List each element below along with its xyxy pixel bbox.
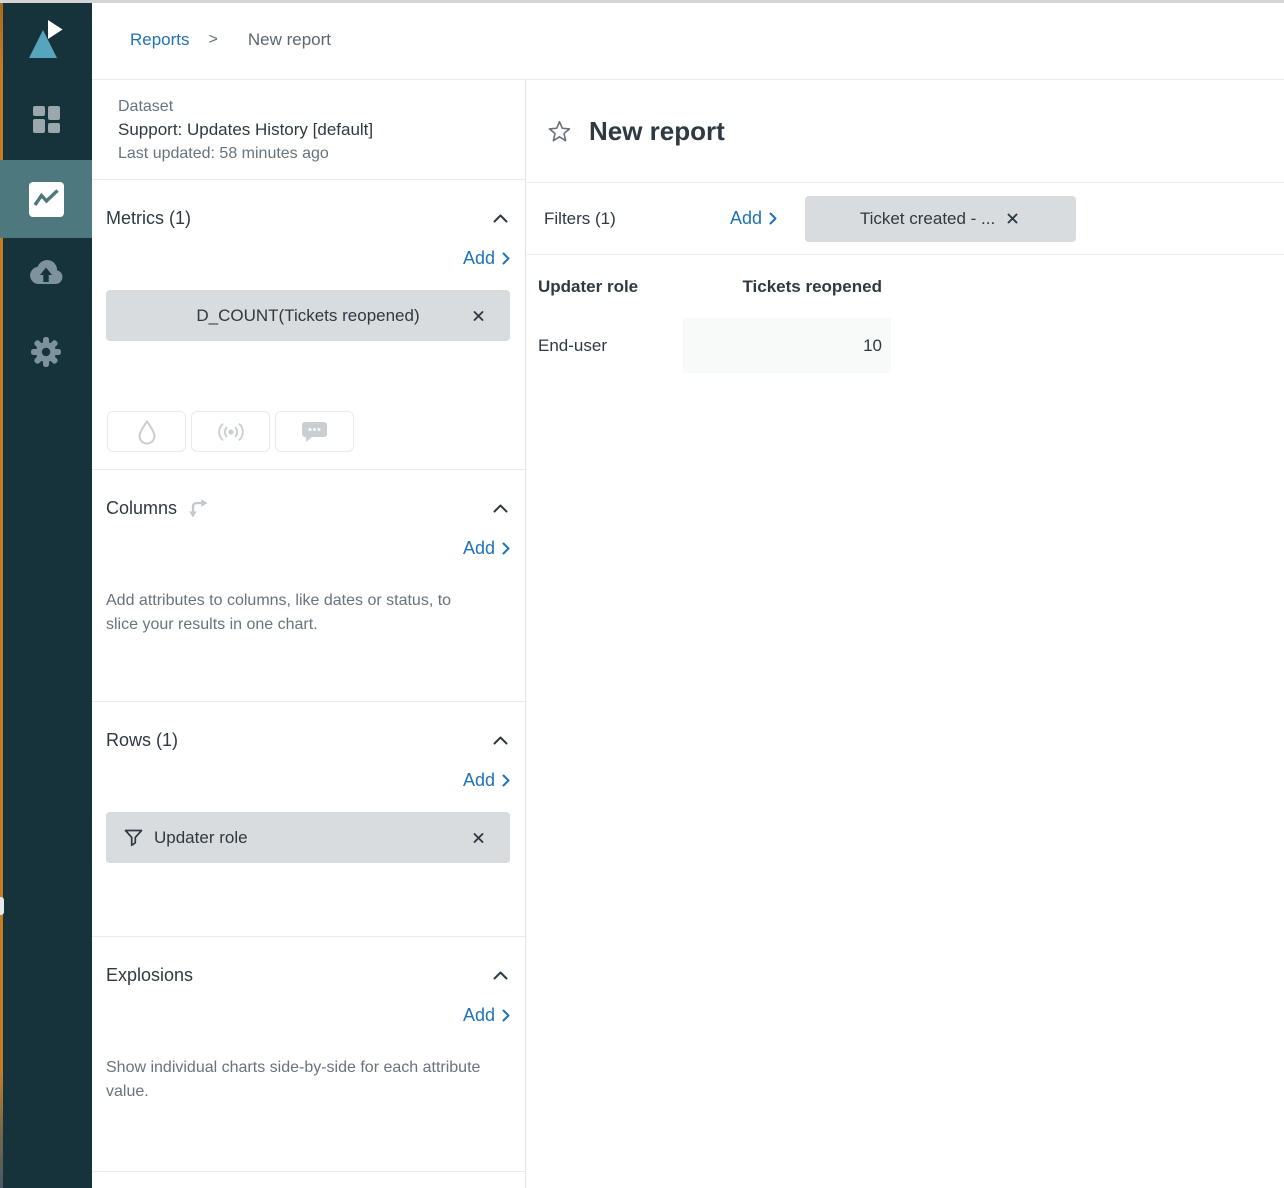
favorite-star-icon[interactable] <box>547 119 572 144</box>
columns-title: Columns <box>106 498 177 519</box>
columns-help-text: Add attributes to columns, like dates or… <box>106 589 458 637</box>
filters-add-button[interactable]: Add <box>730 208 777 229</box>
explosions-add-button[interactable]: Add <box>463 1005 510 1026</box>
chat-bubble-icon-button[interactable] <box>275 411 354 452</box>
chevron-right-icon <box>502 1009 510 1022</box>
table-cell-row-label: End-user <box>538 318 683 373</box>
window-top-edge <box>0 0 1284 3</box>
chevron-right-icon <box>769 212 777 225</box>
explosions-section: Explosions Add Show individual charts si… <box>92 937 525 1172</box>
metric-pill[interactable]: D_COUNT(Tickets reopened) <box>106 290 510 341</box>
sidebar-item-reports-active[interactable] <box>0 160 92 238</box>
columns-add-button[interactable]: Add <box>463 538 510 559</box>
table-row: End-user 10 <box>527 318 1284 373</box>
metric-remove-close-icon[interactable] <box>469 306 488 325</box>
metrics-section: Metrics (1) Add D_COUNT(Tickets reopened… <box>92 180 525 470</box>
breadcrumb: Reports > New report <box>92 0 1284 80</box>
explore-logo[interactable] <box>22 16 68 62</box>
droplet-icon-button[interactable] <box>107 411 186 452</box>
settings-gear-icon[interactable] <box>30 336 62 373</box>
filters-label: Filters (1) <box>544 209 730 229</box>
filters-bar: Filters (1) Add Ticket created - ... <box>527 182 1284 255</box>
table-cell-value: 10 <box>683 318 891 373</box>
rows-section: Rows (1) Add Updater role <box>92 702 525 937</box>
chevron-right-icon <box>502 252 510 265</box>
table-header-tickets-reopened: Tickets reopened <box>683 277 891 297</box>
breadcrumb-current: New report <box>248 30 331 50</box>
row-attribute-pill[interactable]: Updater role <box>106 812 510 863</box>
explosions-help-text: Show individual charts side-by-side for … <box>106 1056 498 1104</box>
chevron-right-icon <box>502 774 510 787</box>
filter-pill-label: Ticket created - ... <box>860 209 995 229</box>
dashboards-icon[interactable] <box>33 106 60 138</box>
explore-report-builder: Reports > New report Dataset Support: Up… <box>0 0 1284 1188</box>
table-header-row: Updater role Tickets reopened <box>527 271 1284 303</box>
broadcast-icon-button[interactable] <box>191 411 270 452</box>
breadcrumb-reports-link[interactable]: Reports <box>130 30 190 50</box>
pivot-arrows-icon[interactable] <box>187 498 210 519</box>
dataset-upload-icon[interactable] <box>27 258 65 293</box>
columns-section: Columns Add <box>92 470 525 702</box>
rows-add-button[interactable]: Add <box>463 770 510 791</box>
rows-title: Rows (1) <box>106 730 178 751</box>
metrics-collapse-chevron-up-icon[interactable] <box>491 212 510 225</box>
report-config-panel: Dataset Support: Updates History [defaul… <box>92 80 526 1188</box>
metric-pill-label: D_COUNT(Tickets reopened) <box>196 306 419 326</box>
report-canvas: New report Filters (1) Add Ticket create… <box>527 80 1284 1188</box>
page-title: New report <box>589 116 725 147</box>
metrics-add-button[interactable]: Add <box>463 248 510 269</box>
reports-chart-icon <box>28 181 65 218</box>
rows-collapse-chevron-up-icon[interactable] <box>491 734 510 747</box>
screen-left-notch <box>0 897 4 915</box>
explosions-title: Explosions <box>106 965 193 986</box>
filter-pill[interactable]: Ticket created - ... <box>805 196 1076 242</box>
breadcrumb-separator: > <box>209 31 218 49</box>
dataset-info: Dataset Support: Updates History [defaul… <box>92 80 525 180</box>
metric-tools <box>106 411 510 452</box>
row-remove-close-icon[interactable] <box>469 828 488 847</box>
dataset-name: Support: Updates History [default] <box>118 118 505 142</box>
metrics-title: Metrics (1) <box>106 208 191 229</box>
chevron-right-icon <box>502 542 510 555</box>
dataset-label: Dataset <box>118 96 505 118</box>
sidebar <box>0 0 92 1188</box>
columns-collapse-chevron-up-icon[interactable] <box>491 502 510 515</box>
result-table: Updater role Tickets reopened End-user 1… <box>527 271 1284 373</box>
filter-funnel-icon <box>124 829 143 847</box>
explosions-collapse-chevron-up-icon[interactable] <box>491 969 510 982</box>
row-pill-label: Updater role <box>154 828 248 848</box>
dataset-last-updated: Last updated: 58 minutes ago <box>118 142 505 165</box>
filter-remove-close-icon[interactable] <box>1004 210 1021 227</box>
table-header-updater-role: Updater role <box>538 277 683 297</box>
